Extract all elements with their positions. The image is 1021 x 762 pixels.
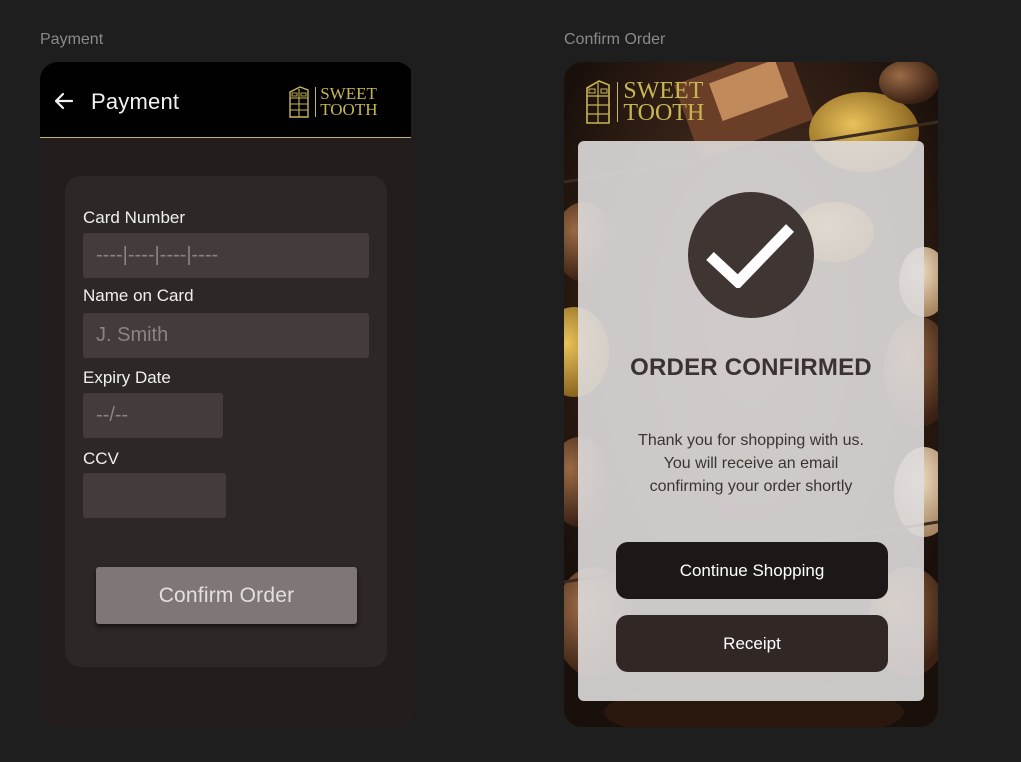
chocolate-bar-icon — [289, 86, 309, 118]
ccv-label: CCV — [83, 449, 119, 468]
name-on-card-field[interactable]: J. Smith — [83, 313, 369, 358]
logo-wordmark: SWEET TOOTH — [320, 86, 378, 119]
logo-line-1: SWEET — [623, 78, 704, 104]
payment-header: Payment SWEET TOOTH — [40, 62, 411, 138]
expiry-date-field[interactable]: --/-- — [83, 393, 223, 438]
success-badge — [688, 192, 814, 318]
logo-line-2: TOOTH — [623, 100, 705, 127]
frame-label-confirm-order: Confirm Order — [564, 31, 666, 48]
page-title: Payment — [91, 89, 180, 114]
confirmation-message: Thank you for shopping with us. You will… — [578, 429, 924, 498]
ccv-field[interactable] — [83, 473, 226, 518]
checkmark-icon — [706, 224, 794, 288]
logo-line-2: TOOTH — [320, 100, 378, 119]
confirm-order-screen: SWEET TOOTH ORDER CONFIRMED Thank you fo… — [564, 62, 938, 727]
expiry-date-label: Expiry Date — [83, 368, 171, 387]
message-line-1: Thank you for shopping with us. — [638, 432, 864, 449]
name-on-card-label: Name on Card — [83, 286, 194, 305]
confirm-order-button[interactable]: Confirm Order — [96, 567, 357, 624]
sweet-tooth-logo: SWEET TOOTH — [288, 86, 377, 118]
message-line-2: You will receive an email — [663, 455, 839, 472]
confirmation-panel: ORDER CONFIRMED Thank you for shopping w… — [578, 141, 924, 701]
logo-divider — [617, 82, 619, 123]
chocolate-bar-icon — [586, 80, 610, 124]
sweet-tooth-logo: SWEET TOOTH — [585, 78, 705, 127]
confirmation-title: ORDER CONFIRMED — [630, 354, 872, 381]
card-number-field[interactable]: ----|----|----|---- — [83, 233, 369, 278]
logo-divider — [315, 87, 317, 117]
frame-label-payment: Payment — [40, 31, 104, 48]
payment-form: Card Number ----|----|----|---- Name on … — [65, 176, 387, 667]
logo-wordmark: SWEET TOOTH — [623, 78, 705, 127]
card-number-label: Card Number — [83, 208, 186, 227]
continue-shopping-button[interactable]: Continue Shopping — [616, 542, 888, 599]
arrow-left-icon[interactable] — [52, 90, 74, 112]
receipt-button[interactable]: Receipt — [616, 615, 888, 672]
message-line-3: confirming your order shortly — [649, 478, 853, 495]
payment-screen: Payment SWEET TOOTH Card Number ----|---… — [40, 62, 414, 727]
